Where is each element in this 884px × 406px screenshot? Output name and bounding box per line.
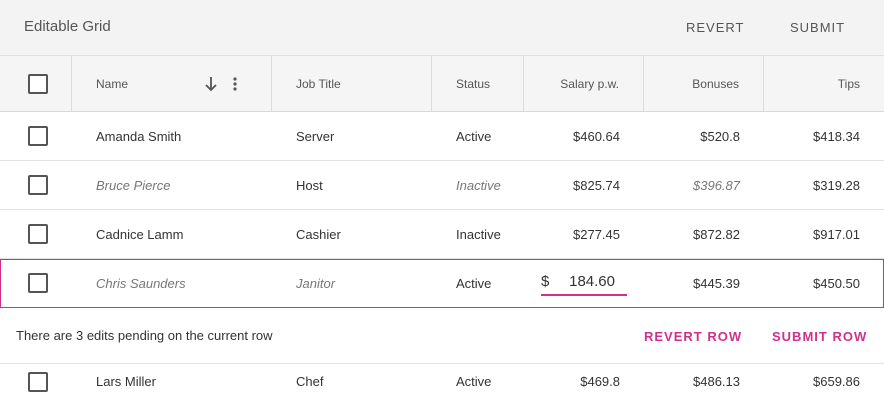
revert-row-button[interactable]: REVERT ROW	[644, 329, 742, 344]
cell-job-title[interactable]: Server	[296, 129, 334, 144]
header-name[interactable]: Name	[72, 56, 272, 111]
cell-salary[interactable]: $825.74	[573, 178, 620, 193]
cell-bonuses[interactable]: $872.82	[693, 227, 740, 242]
table-row[interactable]: Cadnice Lamm Cashier Inactive $277.45 $8…	[0, 210, 884, 259]
cell-name[interactable]: Lars Miller	[96, 374, 156, 389]
cell-tips[interactable]: $418.34	[813, 129, 860, 144]
salary-edit-input[interactable]: $ 184.60	[541, 268, 627, 296]
row-checkbox[interactable]	[28, 224, 48, 244]
cell-salary[interactable]: $460.64	[573, 129, 620, 144]
cell-name[interactable]: Cadnice Lamm	[96, 227, 183, 242]
cell-status[interactable]: Inactive	[456, 227, 501, 242]
header-select-cell	[0, 56, 72, 111]
cell-job-title[interactable]: Chef	[296, 374, 323, 389]
grid-toolbar: Editable Grid REVERT SUBMIT	[0, 0, 884, 56]
header-bonuses-label: Bonuses	[692, 77, 739, 91]
header-job-title-label: Job Title	[296, 77, 341, 91]
cell-bonuses[interactable]: $486.13	[693, 374, 740, 389]
cell-bonuses[interactable]: $396.87	[693, 178, 740, 193]
cell-tips[interactable]: $917.01	[813, 227, 860, 242]
cell-tips[interactable]: $659.86	[813, 374, 860, 389]
cell-job-title[interactable]: Cashier	[296, 227, 341, 242]
row-checkbox[interactable]	[28, 372, 48, 392]
header-job-title[interactable]: Job Title	[272, 56, 432, 111]
cell-salary[interactable]: $277.45	[573, 227, 620, 242]
cell-status[interactable]: Active	[456, 276, 491, 291]
cell-status[interactable]: Inactive	[456, 178, 501, 193]
row-checkbox[interactable]	[28, 273, 48, 293]
cell-bonuses[interactable]: $445.39	[693, 276, 740, 291]
grid-title: Editable Grid	[24, 18, 111, 35]
header-salary[interactable]: Salary p.w.	[524, 56, 644, 111]
table-row-editing[interactable]: Chris Saunders Janitor Active $ 184.60 $…	[0, 259, 884, 308]
pending-edits-message: There are 3 edits pending on the current…	[16, 328, 273, 343]
header-tips[interactable]: Tips	[764, 56, 884, 111]
header-bonuses[interactable]: Bonuses	[644, 56, 764, 111]
currency-symbol: $	[541, 273, 550, 290]
row-checkbox[interactable]	[28, 175, 48, 195]
header-name-label: Name	[96, 77, 129, 91]
cell-job-title[interactable]: Host	[296, 178, 323, 193]
header-status-label: Status	[456, 77, 491, 91]
cell-salary[interactable]: $469.8	[580, 374, 620, 389]
header-status[interactable]: Status	[432, 56, 524, 111]
header-salary-label: Salary p.w.	[560, 77, 619, 91]
more-vert-icon[interactable]	[232, 76, 238, 95]
submit-row-button[interactable]: SUBMIT ROW	[772, 329, 867, 344]
table-row[interactable]: Lars Miller Chef Active $469.8 $486.13 $…	[0, 364, 884, 406]
salary-input-value[interactable]: 184.60	[569, 273, 615, 290]
cell-name[interactable]: Chris Saunders	[96, 276, 186, 291]
grid-header: Name Job Title Status Salary p.w. Bonuse…	[0, 56, 884, 112]
cell-tips[interactable]: $450.50	[813, 276, 860, 291]
cell-status[interactable]: Active	[456, 129, 491, 144]
header-tips-label: Tips	[837, 77, 860, 91]
cell-name[interactable]: Amanda Smith	[96, 129, 181, 144]
cell-tips[interactable]: $319.28	[813, 178, 860, 193]
select-all-checkbox[interactable]	[28, 74, 48, 94]
row-checkbox[interactable]	[28, 126, 48, 146]
cell-status[interactable]: Active	[456, 374, 491, 389]
revert-button[interactable]: REVERT	[686, 20, 745, 35]
cell-bonuses[interactable]: $520.8	[700, 129, 740, 144]
table-row[interactable]: Bruce Pierce Host Inactive $825.74 $396.…	[0, 161, 884, 210]
cell-job-title[interactable]: Janitor	[296, 276, 335, 291]
table-row[interactable]: Amanda Smith Server Active $460.64 $520.…	[0, 112, 884, 161]
arrow-down-icon[interactable]	[204, 76, 218, 95]
submit-button[interactable]: SUBMIT	[790, 20, 845, 35]
cell-name[interactable]: Bruce Pierce	[96, 178, 170, 193]
pending-edits-panel: There are 3 edits pending on the current…	[0, 308, 884, 364]
